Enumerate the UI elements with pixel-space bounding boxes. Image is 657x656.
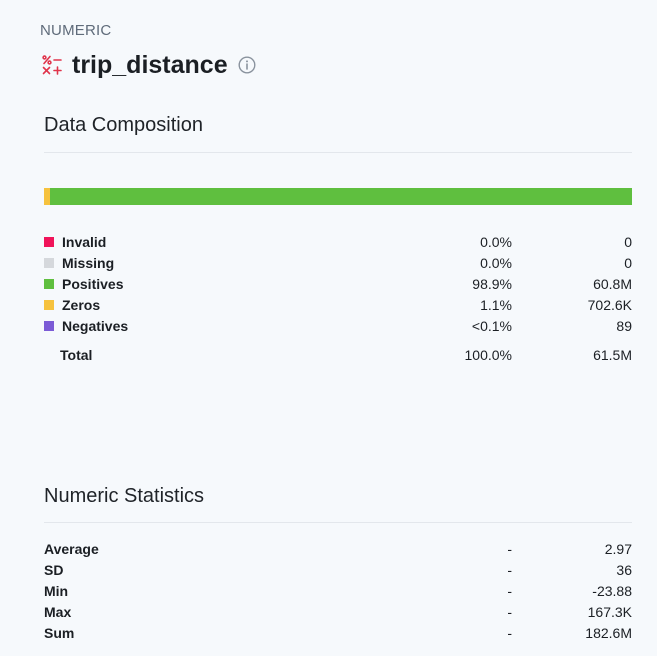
stat-row-average: Average - 2.97 [44,538,632,559]
legend-swatch [44,299,54,310]
legend-swatch [44,257,54,268]
legend-label: Missing [62,254,115,271]
stat-label: Max [44,603,72,620]
stat-row-max: Max - 167.3K [44,601,632,622]
composition-bar [44,188,632,205]
legend-count: 89 [616,317,632,334]
legend-count: 61.5M [593,346,632,363]
stat-value: 2.97 [604,540,632,557]
legend-swatch [44,278,54,289]
legend-total-row: Total 100.0% 61.5M [44,344,632,365]
divider [44,152,632,153]
legend-percent: 98.9% [472,275,512,292]
divider [44,522,632,523]
column-type-label: NUMERIC [40,22,112,39]
legend-swatch [44,320,54,331]
numeric-statistics-title: Numeric Statistics [44,485,205,507]
data-composition-title: Data Composition [44,114,203,136]
legend-percent: 100.0% [464,346,512,363]
legend-row-invalid: Invalid 0.0% 0 [44,231,632,252]
legend-percent: 0.0% [480,254,512,271]
legend-row-negatives: Negatives <0.1% 89 [44,315,632,336]
stat-value: -23.88 [592,582,632,599]
stat-value: 182.6M [585,624,632,641]
legend-count: 702.6K [587,296,632,313]
column-header: trip_distance [40,50,256,80]
info-icon[interactable] [238,56,256,74]
stat-label: SD [44,561,64,578]
stat-label: Average [44,540,99,557]
bar-segment-positives[interactable] [50,188,632,205]
stat-row-sd: SD - 36 [44,559,632,580]
legend-label: Zeros [62,296,101,313]
legend-row-missing: Missing 0.0% 0 [44,252,632,273]
stat-extra: - [507,603,512,620]
column-title: trip_distance [72,50,228,79]
stat-extra: - [507,624,512,641]
numeric-type-icon [42,55,62,75]
stat-row-sum: Sum - 182.6M [44,622,632,643]
stat-extra: - [507,540,512,557]
legend-percent: <0.1% [471,317,512,334]
legend-label: Positives [62,275,124,292]
legend-swatch [44,236,54,247]
stat-label: Sum [44,624,75,641]
legend-count: 0 [624,233,632,250]
legend-row-positives: Positives 98.9% 60.8M [44,273,632,294]
statistics-table: Average - 2.97 SD - 36 Min - -23.88 Max - 167.3K Sum… [44,538,632,643]
legend-count: 60.8M [593,275,632,292]
legend-label: Invalid [62,233,107,250]
legend-row-zeros: Zeros 1.1% 702.6K [44,294,632,315]
stat-value: 36 [616,561,632,578]
legend-count: 0 [624,254,632,271]
legend-label: Negatives [62,317,129,334]
stat-label: Min [44,582,69,599]
composition-legend: Invalid 0.0% 0 Missing 0.0% 0 Positives 98.9% 60… [44,231,632,365]
legend-label: Total [60,346,93,363]
stat-extra: - [507,561,512,578]
legend-percent: 1.1% [480,296,512,313]
stat-row-min: Min - -23.88 [44,580,632,601]
legend-percent: 0.0% [480,233,512,250]
stat-extra: - [507,582,512,599]
stat-value: 167.3K [587,603,632,620]
